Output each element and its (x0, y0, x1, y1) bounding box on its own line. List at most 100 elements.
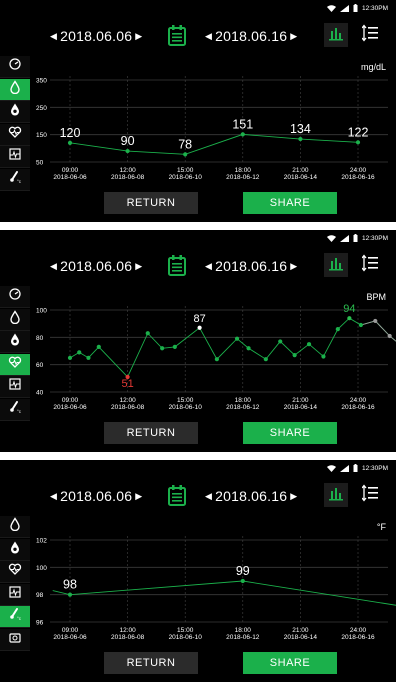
calendar-icon[interactable] (167, 484, 187, 506)
sidebar-item-heart-rate[interactable] (0, 561, 30, 584)
data-point[interactable] (321, 354, 326, 359)
data-point[interactable] (96, 344, 101, 349)
list-view-button[interactable] (358, 23, 382, 47)
oxygen-drop-icon (8, 102, 22, 121)
data-point[interactable] (387, 333, 392, 339)
x-tick-date: 2018-06-14 (284, 174, 318, 181)
sidebar-item-glucose-drop[interactable] (0, 308, 30, 331)
data-point[interactable] (298, 136, 303, 142)
data-point[interactable] (373, 318, 378, 324)
share-button[interactable]: SHARE (243, 422, 337, 444)
heart-rate-icon (8, 562, 22, 581)
chart-view-button[interactable] (324, 483, 348, 507)
data-point[interactable] (125, 148, 130, 154)
prev-end-date-button[interactable]: ◀ (205, 31, 212, 42)
data-point[interactable] (335, 327, 340, 332)
series-line-tail (360, 320, 396, 342)
share-button[interactable]: SHARE (243, 652, 337, 674)
calendar-icon[interactable] (167, 254, 187, 276)
sidebar-item-glucose-drop[interactable] (0, 78, 30, 101)
line-chart: 100 80 60 40 09:002018-06-06 12:002018-06-08 1… (36, 303, 396, 411)
data-point[interactable] (240, 132, 245, 137)
prev-end-date-button[interactable]: ◀ (205, 261, 212, 272)
data-point[interactable] (214, 357, 219, 362)
sidebar-item-oxygen-drop[interactable] (0, 331, 30, 354)
y-tick-label: 150 (36, 132, 47, 139)
prev-start-date-button[interactable]: ◀ (50, 261, 57, 272)
data-point[interactable] (67, 592, 73, 597)
next-start-date-button[interactable]: ▶ (135, 491, 142, 502)
data-point[interactable] (160, 346, 165, 351)
end-date-selector: ◀ 2018.06.16 ▶ (205, 27, 297, 44)
data-point[interactable] (347, 316, 352, 321)
data-point[interactable] (355, 140, 361, 145)
data-point[interactable] (306, 342, 312, 347)
x-tick-time: 18:00 (235, 397, 252, 404)
next-start-date-button[interactable]: ▶ (135, 31, 142, 42)
sidebar-item-temperature[interactable]: °c (0, 169, 30, 191)
end-date-selector: ◀ 2018.06.16 ▶ (205, 487, 297, 504)
sidebar-item-blood-pressure[interactable] (0, 56, 30, 78)
next-start-date-button[interactable]: ▶ (135, 261, 142, 272)
wifi-icon (326, 234, 336, 242)
data-point[interactable] (172, 344, 177, 349)
return-button[interactable]: RETURN (104, 192, 198, 214)
sidebar-item-oxygen-drop[interactable] (0, 101, 30, 124)
sidebar-item-ecg[interactable] (0, 583, 30, 606)
sidebar-item-oxygen-drop[interactable] (0, 538, 30, 561)
sidebar-item-temperature[interactable]: °c (0, 399, 30, 421)
list-view-button[interactable] (358, 483, 382, 507)
x-tick-time: 21:00 (292, 627, 309, 634)
chart-view-button[interactable] (324, 253, 348, 277)
next-end-date-button[interactable]: ▶ (290, 491, 297, 502)
data-point[interactable] (86, 355, 91, 360)
bar-chart-icon (328, 255, 344, 276)
share-button[interactable]: SHARE (243, 192, 337, 214)
y-tick-label: 98 (36, 592, 44, 599)
sidebar-item-heart-rate[interactable] (0, 353, 30, 376)
sidebar-item-heart-rate[interactable] (0, 123, 30, 146)
sidebar-item-ecg[interactable] (0, 376, 30, 399)
list-view-button[interactable] (358, 253, 382, 277)
data-point[interactable] (67, 355, 73, 360)
data-point[interactable] (240, 578, 245, 584)
sidebar-item-temperature[interactable]: °c (0, 606, 30, 629)
data-point[interactable] (358, 322, 363, 328)
data-point[interactable] (77, 350, 82, 355)
status-bar: 12:30PM (326, 3, 388, 13)
data-point[interactable] (292, 353, 297, 358)
x-tick-date: 2018-06-10 (169, 404, 203, 411)
data-point[interactable] (246, 346, 251, 351)
date-range-bar: ◀ 2018.06.06 ▶ ◀ 2018.06.16 ▶ (0, 246, 396, 286)
prev-start-date-button[interactable]: ◀ (50, 31, 57, 42)
start-date: 2018.06.06 (60, 258, 133, 275)
battery-icon (353, 4, 358, 12)
return-button[interactable]: RETURN (104, 652, 198, 674)
sidebar-item-blood-pressure[interactable] (0, 286, 30, 308)
sidebar-item-scale[interactable] (0, 629, 30, 651)
data-point[interactable] (278, 339, 283, 344)
chart-area: 100 80 60 40 09:00 2018-06-06 12:00 2018-06-08 1… (30, 303, 396, 424)
sidebar-item-ecg[interactable] (0, 146, 30, 169)
prev-end-date-button[interactable]: ◀ (205, 491, 212, 502)
x-tick-date: 2018-06-06 (53, 174, 87, 181)
data-point[interactable] (67, 140, 73, 145)
sidebar-item-glucose-drop[interactable] (0, 516, 30, 538)
return-button[interactable]: RETURN (104, 422, 198, 444)
data-point[interactable] (183, 152, 188, 157)
chart-view-button[interactable] (324, 23, 348, 47)
calendar-icon[interactable] (167, 24, 187, 46)
next-end-date-button[interactable]: ▶ (290, 31, 297, 42)
chart-area: 350 250 150 50 09:00 2018-06-06 12:00 2018-06-0… (30, 74, 396, 194)
x-tick-time: 24:00 (350, 167, 367, 174)
data-point[interactable] (197, 325, 202, 330)
svg-text:°c: °c (17, 616, 22, 621)
data-point[interactable] (234, 336, 240, 341)
data-point[interactable] (263, 357, 268, 362)
start-date: 2018.06.06 (60, 488, 133, 505)
svg-text:°c: °c (17, 409, 22, 414)
data-label: 120 (60, 126, 81, 140)
data-point[interactable] (145, 331, 150, 336)
prev-start-date-button[interactable]: ◀ (50, 491, 57, 502)
next-end-date-button[interactable]: ▶ (290, 261, 297, 272)
